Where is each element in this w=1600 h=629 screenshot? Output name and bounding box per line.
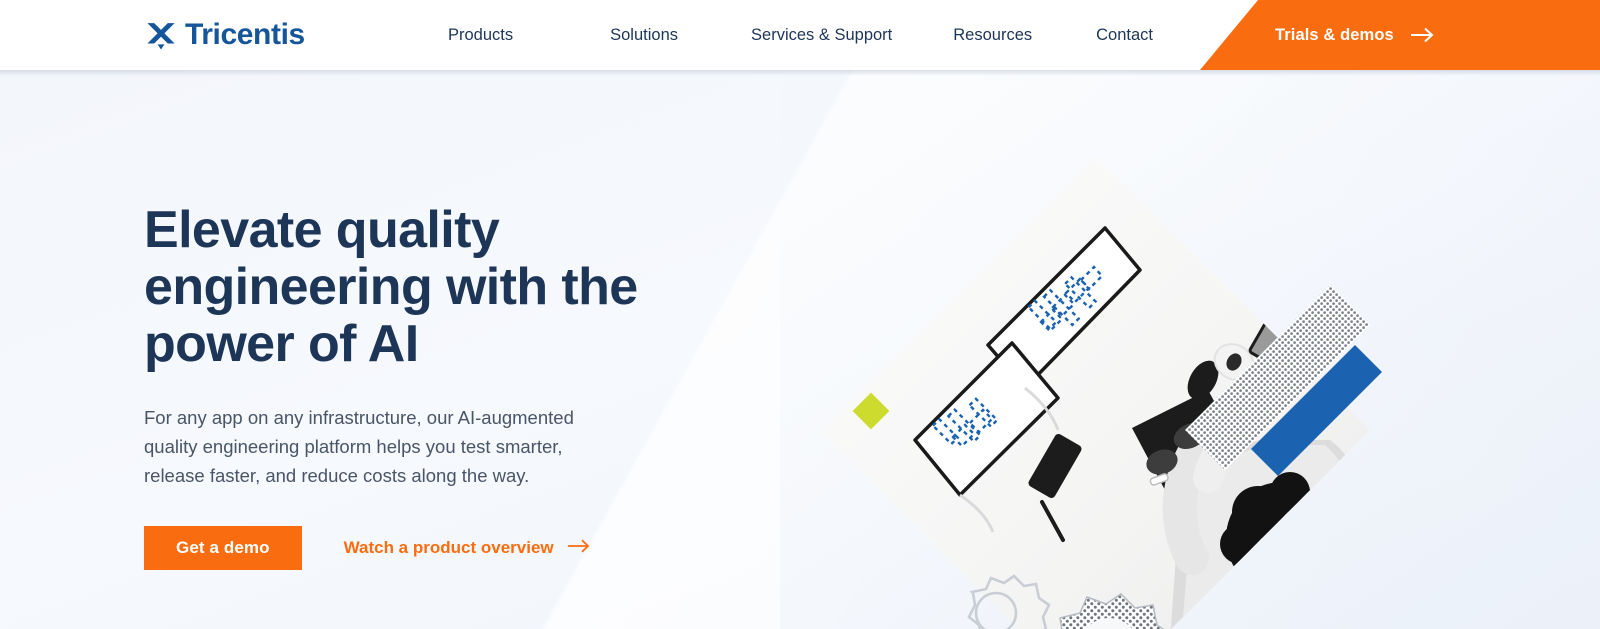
monitor-primary (986, 226, 1142, 390)
coaster (1213, 343, 1255, 381)
primary-navigation: Products Solutions Services & Support Re… (448, 0, 1153, 70)
hero-corner-gradient (780, 70, 1600, 629)
watch-product-overview-link[interactable]: Watch a product overview (344, 538, 592, 558)
person-figure (1146, 411, 1370, 629)
nav-item-contact[interactable]: Contact (1096, 27, 1153, 44)
desk-plane (820, 155, 1370, 629)
site-header: Tricentis Products Solutions Services & … (0, 0, 1600, 70)
keyboard (1132, 390, 1242, 492)
screen-chart-dashes-2 (1026, 275, 1098, 331)
nav-item-services-support[interactable]: Services & Support (751, 27, 892, 44)
brand-name: Tricentis (185, 18, 305, 51)
hero-actions: Get a demo Watch a product overview (144, 526, 764, 570)
phone (1028, 433, 1082, 499)
hero-subtitle: For any app on any infrastructure, our A… (144, 407, 574, 486)
hair (1226, 482, 1338, 594)
tablet (1248, 311, 1306, 371)
tricentis-x-mark-icon (147, 23, 175, 50)
hero-illustration (810, 140, 1600, 629)
brand-logo[interactable]: Tricentis (144, 14, 305, 56)
yellow-green-diamond (852, 392, 890, 430)
arrow-right-icon (1410, 27, 1436, 43)
arrow-right-icon (567, 538, 592, 558)
halftone-strip (1185, 285, 1370, 470)
mouse (1187, 360, 1219, 400)
nav-item-solutions[interactable]: Solutions (610, 27, 678, 44)
watch-product-overview-label: Watch a product overview (343, 538, 554, 557)
nav-item-resources[interactable]: Resources (953, 27, 1032, 44)
screen-chart-dashes-3 (931, 397, 999, 448)
trials-and-demos-button[interactable]: Trials & demos (1200, 0, 1600, 70)
monitor-secondary (913, 341, 1060, 497)
blue-bar (1251, 345, 1382, 476)
hero-section: Elevate quality engineering with the pow… (0, 70, 1600, 629)
hero-title: Elevate quality engineering with the pow… (144, 201, 638, 373)
hero-content: Elevate quality engineering with the pow… (144, 202, 764, 570)
nav-item-products[interactable]: Products (448, 27, 513, 44)
screen-chart-dashes (1039, 265, 1104, 333)
gear-outline (967, 574, 1051, 629)
get-a-demo-button[interactable]: Get a demo (144, 526, 302, 570)
pen (1040, 500, 1065, 542)
trials-and-demos-label: Trials & demos (1275, 25, 1394, 44)
gear-halftone (1059, 593, 1165, 629)
page-root: Tricentis Products Solutions Services & … (0, 0, 1600, 629)
